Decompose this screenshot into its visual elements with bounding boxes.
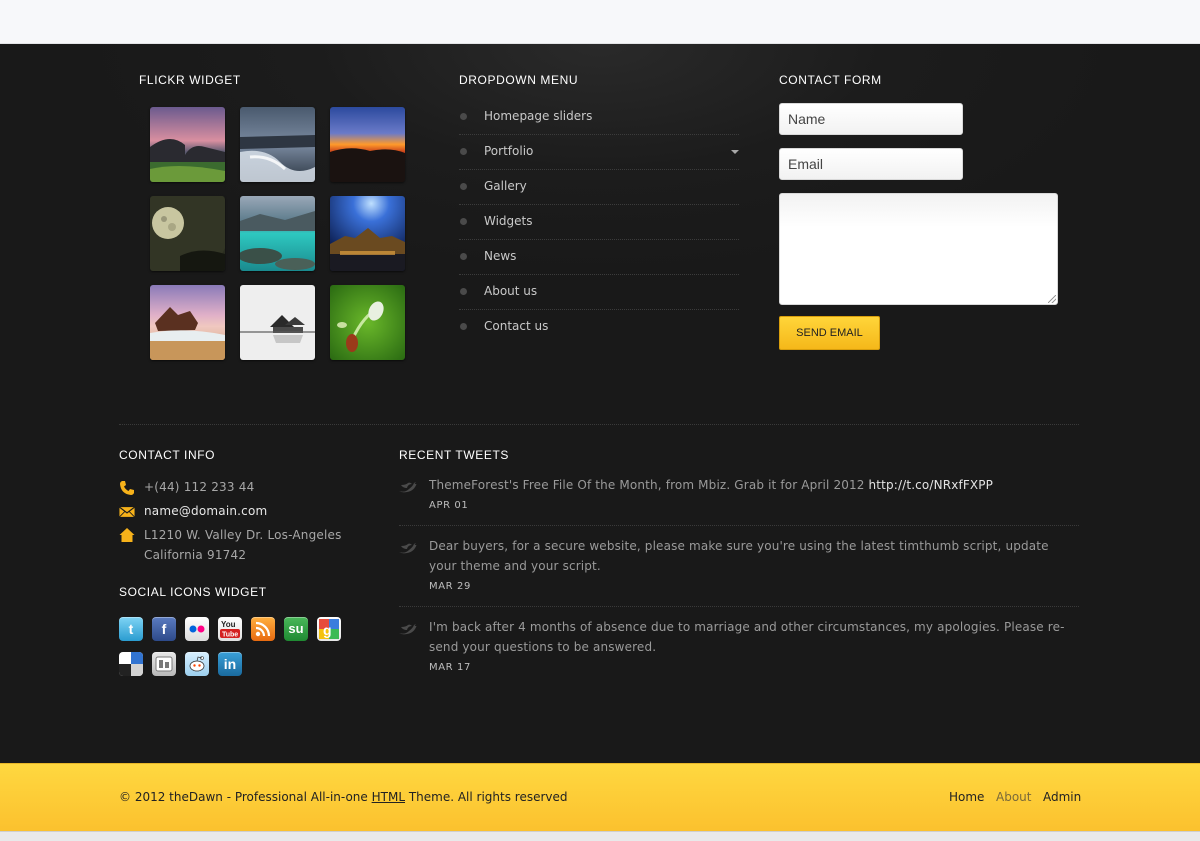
flickr-widget-title: FLICKR WIDGET xyxy=(139,73,241,87)
svg-text:Tube: Tube xyxy=(222,632,238,639)
email-field[interactable] xyxy=(779,148,963,180)
flickr-thumb-3[interactable] xyxy=(330,107,405,182)
bullet-icon xyxy=(460,218,467,225)
menu-item-label: Gallery xyxy=(484,179,527,193)
menu-item-label: Contact us xyxy=(484,319,549,333)
name-field[interactable] xyxy=(779,103,963,135)
tweet-link[interactable]: http://t.co/NRxfFXPP xyxy=(869,478,994,492)
flickr-thumb-6[interactable] xyxy=(330,196,405,271)
dropdown-menu-title: DROPDOWN MENU xyxy=(459,73,579,87)
linkedin-icon[interactable]: in xyxy=(218,652,242,676)
html-link[interactable]: HTML xyxy=(372,790,405,804)
menu-item-label: Homepage sliders xyxy=(484,109,593,123)
phone-icon xyxy=(120,481,134,495)
menu-item-widgets[interactable]: Widgets xyxy=(459,205,739,240)
menu-item-label: News xyxy=(484,249,517,263)
tweet-date: MAR 17 xyxy=(429,662,471,673)
bullet-icon xyxy=(460,288,467,295)
twitter-bird-icon xyxy=(399,482,417,493)
menu-item-homepage-sliders[interactable]: Homepage sliders xyxy=(459,100,739,135)
digg-icon[interactable] xyxy=(152,652,176,676)
bottom-bar: © 2012 theDawn - Professional All-in-one… xyxy=(0,763,1200,831)
bottom-nav-about[interactable]: About xyxy=(996,790,1031,804)
page-bottom-edge xyxy=(0,831,1200,841)
menu-item-contact-us[interactable]: Contact us xyxy=(459,310,739,345)
home-icon xyxy=(119,528,135,542)
contact-form-title: CONTACT FORM xyxy=(779,73,882,87)
bullet-icon xyxy=(460,323,467,330)
flickr-thumb-7[interactable] xyxy=(150,285,225,360)
contact-address-line1: L1210 W. Valley Dr. Los-Angeles xyxy=(144,528,342,542)
svg-text:You: You xyxy=(221,620,236,629)
flickr-thumb-5[interactable] xyxy=(240,196,315,271)
tweet-divider xyxy=(399,525,1079,526)
top-header-bar xyxy=(0,0,1200,44)
contact-phone: +(44) 112 233 44 xyxy=(144,480,255,494)
bullet-icon xyxy=(460,253,467,260)
bullet-icon xyxy=(460,113,467,120)
envelope-icon xyxy=(119,506,135,518)
menu-item-portfolio[interactable]: Portfolio xyxy=(459,135,739,170)
tweet-date: MAR 29 xyxy=(429,581,471,592)
contact-email[interactable]: name@domain.com xyxy=(144,504,267,518)
twitter-bird-icon xyxy=(399,624,417,635)
chevron-down-icon[interactable] xyxy=(731,150,739,154)
delicious-icon[interactable] xyxy=(119,652,143,676)
flickr-thumb-2[interactable] xyxy=(240,107,315,182)
stumbleupon-icon[interactable]: su xyxy=(284,617,308,641)
flickr-thumb-1[interactable] xyxy=(150,107,225,182)
menu-item-about-us[interactable]: About us xyxy=(459,275,739,310)
menu-item-label: Widgets xyxy=(484,214,533,228)
reddit-icon[interactable] xyxy=(185,652,209,676)
social-icons-title: SOCIAL ICONS WIDGET xyxy=(119,585,267,599)
menu-item-news[interactable]: News xyxy=(459,240,739,275)
flickr-thumb-4[interactable] xyxy=(150,196,225,271)
flickr-thumb-9[interactable] xyxy=(330,285,405,360)
flickr-icon[interactable] xyxy=(185,617,209,641)
twitter-icon[interactable]: t xyxy=(119,617,143,641)
copyright-text: © 2012 theDawn - Professional All-in-one… xyxy=(119,790,568,804)
menu-item-label: About us xyxy=(484,284,538,298)
tweet-divider xyxy=(399,606,1079,607)
recent-tweets-title: RECENT TWEETS xyxy=(399,448,510,462)
contact-info-title: CONTACT INFO xyxy=(119,448,216,462)
tweet-date: APR 01 xyxy=(429,500,469,511)
flickr-thumb-8[interactable] xyxy=(240,285,315,360)
resize-handle-icon[interactable] xyxy=(1048,295,1056,303)
google-icon[interactable]: g xyxy=(317,617,341,641)
tweet-text: I'm back after 4 months of absence due t… xyxy=(429,620,1065,654)
menu-item-label: Portfolio xyxy=(484,144,534,158)
bottom-nav-admin[interactable]: Admin xyxy=(1043,790,1081,804)
facebook-icon[interactable]: f xyxy=(152,617,176,641)
rss-icon[interactable] xyxy=(251,617,275,641)
section-divider xyxy=(119,424,1079,425)
send-email-button[interactable]: SEND EMAIL xyxy=(779,316,880,350)
bottom-nav-home[interactable]: Home xyxy=(949,790,984,804)
bullet-icon xyxy=(460,183,467,190)
tweet-text: Dear buyers, for a secure website, pleas… xyxy=(429,539,1049,573)
svg-text:g: g xyxy=(323,622,332,638)
message-field[interactable] xyxy=(779,193,1058,305)
twitter-bird-icon xyxy=(399,543,417,554)
menu-item-gallery[interactable]: Gallery xyxy=(459,170,739,205)
youtube-icon[interactable]: You Tube xyxy=(218,617,242,641)
contact-address-line2: California 91742 xyxy=(144,548,247,562)
tweet-text: ThemeForest's Free File Of the Month, fr… xyxy=(429,478,994,492)
bullet-icon xyxy=(460,148,467,155)
